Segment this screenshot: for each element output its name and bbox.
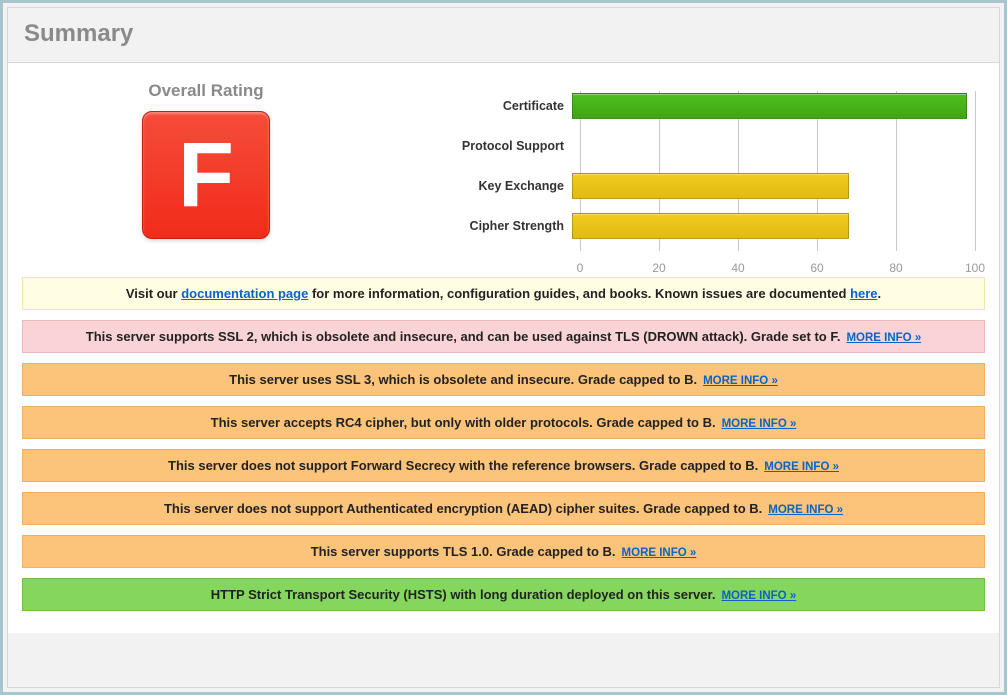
banner-text: This server does not support Forward Sec… — [168, 458, 758, 473]
banner-text: for more information, configuration guid… — [308, 286, 850, 301]
summary-top: Overall Rating F Certificate Protocol Sup… — [22, 81, 985, 251]
message-banner: This server does not support Forward Sec… — [22, 449, 985, 482]
chart-tick-label: 40 — [731, 261, 744, 275]
chart-row: Protocol Support — [430, 133, 975, 159]
chart-row: Certificate — [430, 93, 975, 119]
more-info-link[interactable]: MORE INFO » — [768, 504, 843, 516]
banner-text: This server accepts RC4 cipher, but only… — [211, 415, 716, 430]
overall-rating: Overall Rating F — [22, 81, 390, 239]
score-chart-inner: Certificate Protocol Support Key Exchange C… — [430, 91, 975, 251]
section-body: Overall Rating F Certificate Protocol Sup… — [8, 63, 999, 633]
chart-tick-label: 100 — [965, 261, 985, 275]
chart-bar-track — [572, 93, 967, 119]
summary-panel-inner: Summary Overall Rating F Certificate Prot… — [7, 7, 1000, 688]
grade-letter: F — [178, 129, 234, 221]
more-info-link[interactable]: MORE INFO » — [722, 418, 797, 430]
chart-row-label: Certificate — [430, 99, 572, 113]
chart-row-label: Protocol Support — [430, 139, 572, 153]
overall-rating-label: Overall Rating — [22, 81, 390, 101]
more-info-link[interactable]: MORE INFO » — [622, 547, 697, 559]
more-info-link[interactable]: MORE INFO » — [721, 590, 796, 602]
message-banner: This server does not support Authenticat… — [22, 492, 985, 525]
message-banner: This server accepts RC4 cipher, but only… — [22, 406, 985, 439]
chart-row: Key Exchange — [430, 173, 975, 199]
chart-bar-track — [572, 133, 967, 159]
banner-text: HTTP Strict Transport Security (HSTS) wi… — [211, 587, 716, 602]
message-banner: This server uses SSL 3, which is obsolet… — [22, 363, 985, 396]
more-info-link[interactable]: MORE INFO » — [703, 375, 778, 387]
message-banner: This server supports TLS 1.0. Grade capp… — [22, 535, 985, 568]
chart-bar-track — [572, 173, 967, 199]
score-chart: Certificate Protocol Support Key Exchange C… — [430, 81, 985, 251]
banner-text: This server uses SSL 3, which is obsolet… — [229, 372, 697, 387]
banner-link[interactable]: documentation page — [181, 286, 308, 301]
chart-tick-label: 0 — [577, 261, 584, 275]
more-info-link[interactable]: MORE INFO » — [846, 332, 921, 344]
chart-tick-label: 20 — [652, 261, 665, 275]
chart-tick-label: 60 — [810, 261, 823, 275]
message-banners: Visit our documentation page for more in… — [22, 277, 985, 611]
more-info-link[interactable]: MORE INFO » — [764, 461, 839, 473]
chart-grid: CertificateProtocol SupportKey ExchangeC… — [580, 91, 975, 251]
chart-bar — [572, 93, 967, 119]
banner-text: Visit our — [126, 286, 181, 301]
section-header: Summary — [8, 8, 999, 63]
chart-bar-track — [572, 213, 967, 239]
chart-row-label: Cipher Strength — [430, 219, 572, 233]
banner-text: This server supports SSL 2, which is obs… — [86, 329, 841, 344]
message-banner: HTTP Strict Transport Security (HSTS) wi… — [22, 578, 985, 611]
chart-bar — [572, 213, 849, 239]
banner-text: This server supports TLS 1.0. Grade capp… — [311, 544, 616, 559]
chart-bar — [572, 173, 849, 199]
banner-link[interactable]: here — [850, 286, 877, 301]
banner-text: This server does not support Authenticat… — [164, 501, 762, 516]
chart-tick-label: 80 — [889, 261, 902, 275]
chart-gridline — [975, 91, 976, 251]
grade-badge: F — [142, 111, 270, 239]
summary-panel: Summary Overall Rating F Certificate Prot… — [0, 0, 1007, 695]
message-banner: This server supports SSL 2, which is obs… — [22, 320, 985, 353]
chart-row-label: Key Exchange — [430, 179, 572, 193]
chart-row: Cipher Strength — [430, 213, 975, 239]
message-banner: Visit our documentation page for more in… — [22, 277, 985, 310]
banner-text: . — [878, 286, 882, 301]
section-title: Summary — [24, 20, 983, 48]
